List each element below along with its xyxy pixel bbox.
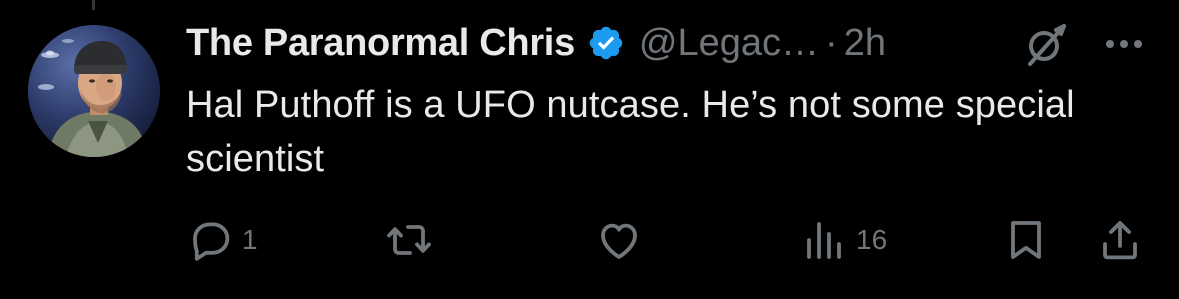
verified-badge-icon (587, 24, 625, 62)
reply-button[interactable]: 1 (186, 216, 258, 264)
share-icon (1096, 216, 1144, 264)
timestamp[interactable]: 2h (844, 22, 886, 65)
views-button[interactable]: 16 (800, 216, 887, 264)
separator-dot: · (825, 21, 838, 64)
like-button[interactable] (594, 216, 652, 264)
reply-count: 1 (242, 224, 258, 255)
bookmark-button[interactable] (1002, 216, 1050, 264)
tweet-actions-bar: 1 16 (0, 216, 1179, 264)
avatar[interactable] (28, 25, 160, 157)
grok-icon[interactable] (1022, 20, 1070, 68)
display-name[interactable]: The Paranormal Chris (186, 22, 575, 65)
bookmark-icon (1002, 216, 1050, 264)
tweet-header: The Paranormal Chris @Legac… · 2h (186, 18, 886, 68)
username-handle[interactable]: @Legac… (639, 22, 819, 65)
views-icon (800, 216, 848, 264)
share-button[interactable] (1096, 216, 1144, 264)
reply-icon (186, 216, 234, 264)
repost-icon (384, 216, 434, 264)
more-icon[interactable] (1100, 24, 1148, 64)
tweet-text: Hal Puthoff is a UFO nutcase. He’s not s… (186, 84, 1075, 180)
repost-button[interactable] (384, 216, 442, 264)
views-count: 16 (856, 224, 888, 255)
like-icon (594, 216, 644, 264)
thread-connector-line (92, 0, 95, 10)
avatar-photo (28, 25, 160, 157)
